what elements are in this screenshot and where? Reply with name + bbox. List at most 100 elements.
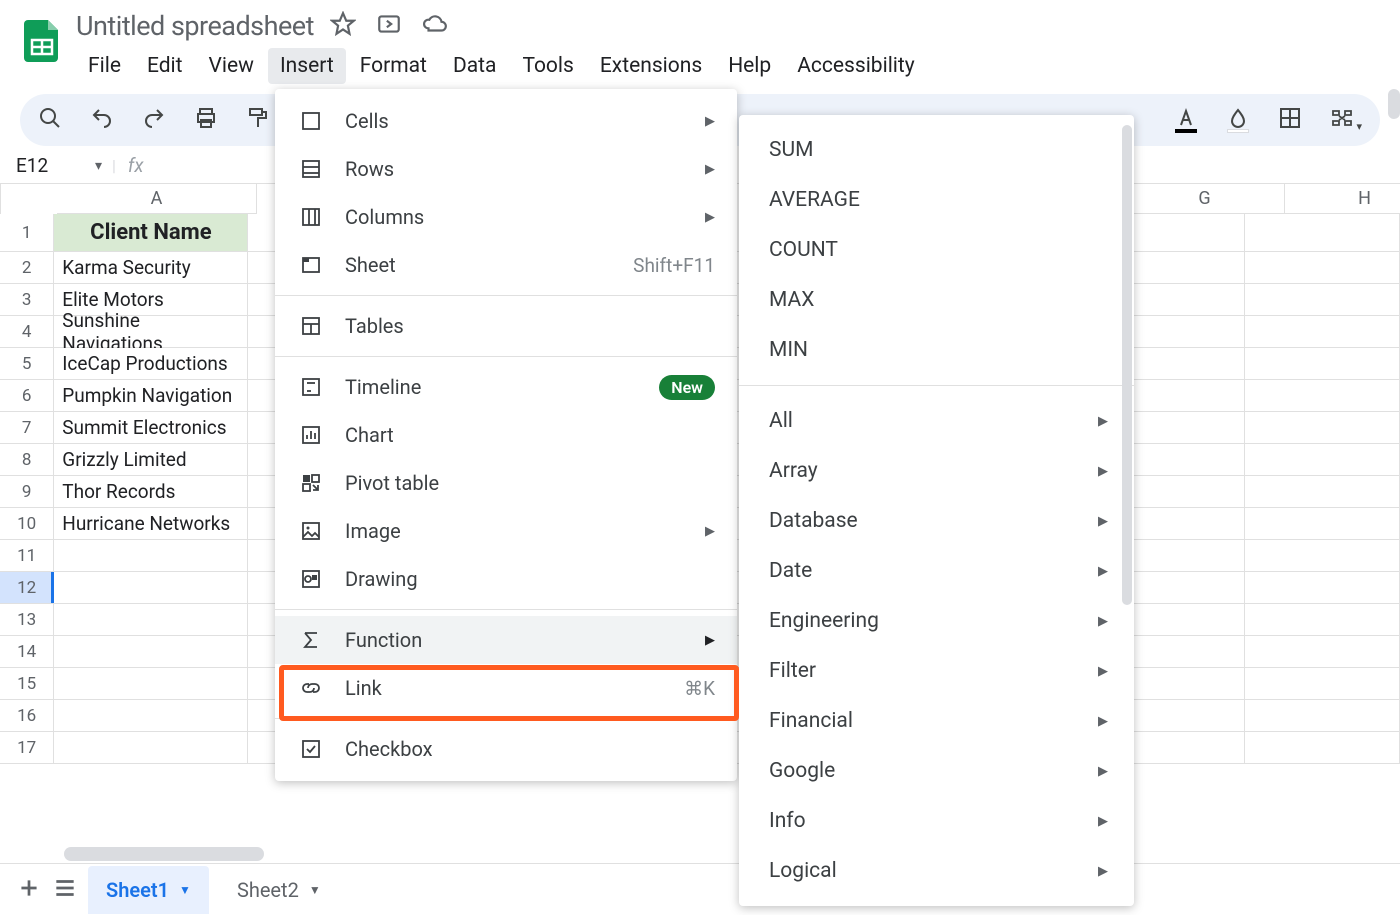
merge-cells-icon[interactable]: ▾ (1330, 106, 1362, 134)
cell[interactable] (1245, 214, 1400, 252)
borders-icon[interactable] (1278, 106, 1302, 134)
cell[interactable] (1245, 572, 1400, 604)
menu-item-link[interactable]: Link⌘K (275, 664, 737, 712)
select-all-corner[interactable] (0, 184, 1, 214)
function-max[interactable]: MAX (739, 275, 1134, 325)
function-category-database[interactable]: Database▶ (739, 496, 1134, 546)
cell[interactable]: Grizzly Limited (54, 444, 248, 476)
text-color-button[interactable] (1174, 107, 1198, 133)
cell[interactable] (1245, 508, 1400, 540)
menu-accessibility[interactable]: Accessibility (785, 48, 927, 84)
function-category-filter[interactable]: Filter▶ (739, 646, 1134, 696)
sheet-tab-sheet2[interactable]: Sheet2▼ (219, 866, 339, 914)
cell[interactable] (54, 572, 248, 604)
cell[interactable] (1245, 412, 1400, 444)
column-header-h[interactable]: H (1285, 184, 1400, 214)
function-count[interactable]: COUNT (739, 225, 1134, 275)
menu-item-image[interactable]: Image▶ (275, 507, 737, 555)
function-category-info[interactable]: Info▶ (739, 796, 1134, 846)
cloud-status-icon[interactable] (422, 11, 448, 41)
menu-data[interactable]: Data (441, 48, 509, 84)
menu-item-checkbox[interactable]: Checkbox (275, 725, 737, 773)
function-sum[interactable]: SUM (739, 125, 1134, 175)
menu-help[interactable]: Help (716, 48, 783, 84)
cell[interactable] (1245, 540, 1400, 572)
menu-edit[interactable]: Edit (135, 48, 195, 84)
cell[interactable] (1245, 668, 1400, 700)
cell[interactable] (1245, 444, 1400, 476)
cell[interactable] (1245, 476, 1400, 508)
cell[interactable] (54, 604, 248, 636)
column-header-g[interactable]: G (1125, 184, 1285, 214)
cell[interactable] (1245, 316, 1400, 348)
menu-item-chart[interactable]: Chart (275, 411, 737, 459)
function-category-google[interactable]: Google▶ (739, 746, 1134, 796)
row-header[interactable]: 4 (0, 316, 54, 348)
star-icon[interactable] (330, 11, 356, 41)
cell[interactable]: IceCap Productions (54, 348, 248, 380)
column-header-a[interactable]: A (57, 184, 257, 214)
menu-insert[interactable]: Insert (268, 48, 346, 84)
row-header[interactable]: 5 (0, 348, 54, 380)
horizontal-scrollbar[interactable] (64, 845, 1380, 863)
row-header[interactable]: 9 (0, 476, 54, 508)
cell[interactable] (1245, 732, 1400, 764)
menu-item-cells[interactable]: Cells▶ (275, 97, 737, 145)
menu-item-drawing[interactable]: Drawing (275, 555, 737, 603)
row-header[interactable]: 8 (0, 444, 54, 476)
add-sheet-button[interactable] (16, 875, 42, 905)
menu-scrollbar-thumb[interactable] (1388, 89, 1400, 119)
cell[interactable] (54, 700, 248, 732)
submenu-scrollbar-thumb[interactable] (1122, 125, 1132, 605)
cell[interactable] (1245, 252, 1400, 284)
cell[interactable]: Summit Electronics (54, 412, 248, 444)
row-header[interactable]: 10 (0, 508, 54, 540)
menu-extensions[interactable]: Extensions (588, 48, 714, 84)
sheet-tab-sheet1[interactable]: Sheet1▼ (88, 866, 209, 914)
cell[interactable] (54, 540, 248, 572)
cell[interactable]: Thor Records (54, 476, 248, 508)
cell[interactable]: Karma Security (54, 252, 248, 284)
search-icon[interactable] (38, 106, 62, 134)
function-category-engineering[interactable]: Engineering▶ (739, 596, 1134, 646)
cell[interactable] (1245, 700, 1400, 732)
row-header[interactable]: 16 (0, 700, 54, 732)
menu-tools[interactable]: Tools (510, 48, 585, 84)
row-header[interactable]: 3 (0, 284, 54, 316)
function-average[interactable]: AVERAGE (739, 175, 1134, 225)
menu-item-tables[interactable]: Tables (275, 302, 737, 350)
menu-item-function[interactable]: Function▶ (275, 616, 737, 664)
menu-item-timeline[interactable]: TimelineNew (275, 363, 737, 411)
row-header[interactable]: 13 (0, 604, 54, 636)
chevron-down-icon[interactable]: ▼ (179, 883, 191, 897)
cell[interactable]: Sunshine Navigations (54, 316, 248, 348)
name-box[interactable]: E12▾ (12, 154, 112, 177)
cell[interactable] (54, 668, 248, 700)
redo-icon[interactable] (142, 106, 166, 134)
menu-file[interactable]: File (76, 48, 133, 84)
row-header[interactable]: 14 (0, 636, 54, 668)
menu-item-sheet[interactable]: SheetShift+F11 (275, 241, 737, 289)
function-category-all[interactable]: All▶ (739, 396, 1134, 446)
function-category-date[interactable]: Date▶ (739, 546, 1134, 596)
row-header[interactable]: 12 (0, 572, 54, 604)
function-min[interactable]: MIN (739, 325, 1134, 375)
cell[interactable]: Client Name (54, 214, 248, 252)
row-header[interactable]: 6 (0, 380, 54, 412)
menu-item-rows[interactable]: Rows▶ (275, 145, 737, 193)
fill-color-button[interactable] (1226, 107, 1250, 133)
menu-view[interactable]: View (197, 48, 266, 84)
row-header[interactable]: 7 (0, 412, 54, 444)
menu-item-columns[interactable]: Columns▶ (275, 193, 737, 241)
menu-item-pivot-table[interactable]: Pivot table (275, 459, 737, 507)
document-title[interactable]: Untitled spreadsheet (76, 10, 314, 42)
cell[interactable] (1245, 284, 1400, 316)
move-icon[interactable] (376, 11, 402, 41)
cell[interactable] (1245, 604, 1400, 636)
menu-format[interactable]: Format (348, 48, 439, 84)
all-sheets-button[interactable] (52, 875, 78, 905)
function-category-financial[interactable]: Financial▶ (739, 696, 1134, 746)
paint-format-icon[interactable] (246, 106, 270, 134)
print-icon[interactable] (194, 106, 218, 134)
cell[interactable] (1245, 348, 1400, 380)
